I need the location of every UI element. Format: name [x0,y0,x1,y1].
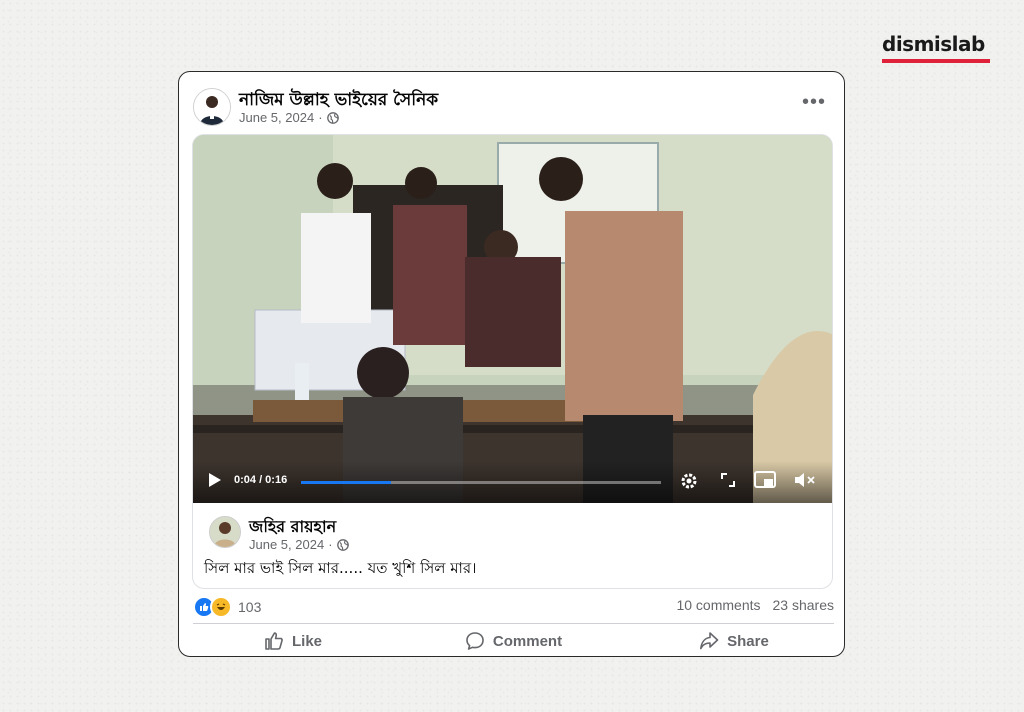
comment-share-counts: 10 comments 23 shares [676,597,834,613]
engagement-stats: 103 10 comments 23 shares [193,596,834,618]
like-icon [265,632,283,650]
fullscreen-icon[interactable] [719,471,737,489]
play-icon[interactable] [209,473,221,487]
like-label: Like [291,632,322,650]
video-frame [193,135,832,503]
comment-button[interactable]: Comment [414,628,614,654]
share-button[interactable]: Share [634,628,834,654]
video-time: 0:04 / 0:16 [234,474,288,486]
post-header: নাজিম উল্লাহ ভাইয়ের সৈনিক June 5, 2024 … [193,86,830,130]
comment-icon [466,632,484,650]
brand-underline [882,59,990,63]
shared-post-caption: সিল মার ভাই সিল মার..... যত খুশি সিল মার… [204,559,477,577]
share-icon [700,632,719,650]
meta-separator: · [318,110,323,125]
facebook-post-card: নাজিম উল্লাহ ভাইয়ের সৈনিক June 5, 2024 … [178,71,845,657]
brand-name: dismislab [882,32,985,56]
meta-separator: · [328,537,333,552]
shared-post-header: জহির রায়হান June 5, 2024 · [209,512,809,552]
shared-author-avatar[interactable] [209,516,241,548]
mute-icon[interactable] [793,471,817,489]
globe-icon [326,111,339,124]
brand-logo: dismislab [882,32,992,63]
settings-icon[interactable] [679,471,699,491]
comment-label: Comment [492,632,563,650]
video-controls: 0:04 / 0:16 [193,461,832,503]
reactions-summary[interactable]: 103 [193,596,261,618]
reactions-count: 103 [238,599,262,615]
video-player[interactable]: 0:04 / 0:16 [193,135,832,503]
globe-icon [336,538,349,551]
author-avatar[interactable] [193,88,231,126]
share-label: Share [727,632,769,650]
like-button[interactable]: Like [193,628,393,654]
haha-reaction-icon [210,596,232,618]
video-progress[interactable] [301,481,661,484]
shared-post: 0:04 / 0:16 জহির রায়হান June 5, 2024 · … [192,134,833,589]
actions-divider [193,623,834,624]
video-progress-fill [301,481,391,484]
pip-icon[interactable] [754,471,776,489]
post-date[interactable]: June 5, 2024 [239,110,314,125]
shares-count[interactable]: 23 shares [773,597,834,613]
shared-post-meta: June 5, 2024 · [249,537,349,552]
shared-post-date[interactable]: June 5, 2024 [249,537,324,552]
comments-count[interactable]: 10 comments [676,597,760,613]
more-options-icon[interactable]: ••• [802,92,826,112]
post-actions: Like Comment Share [193,628,834,654]
post-meta: June 5, 2024 · [239,110,339,125]
